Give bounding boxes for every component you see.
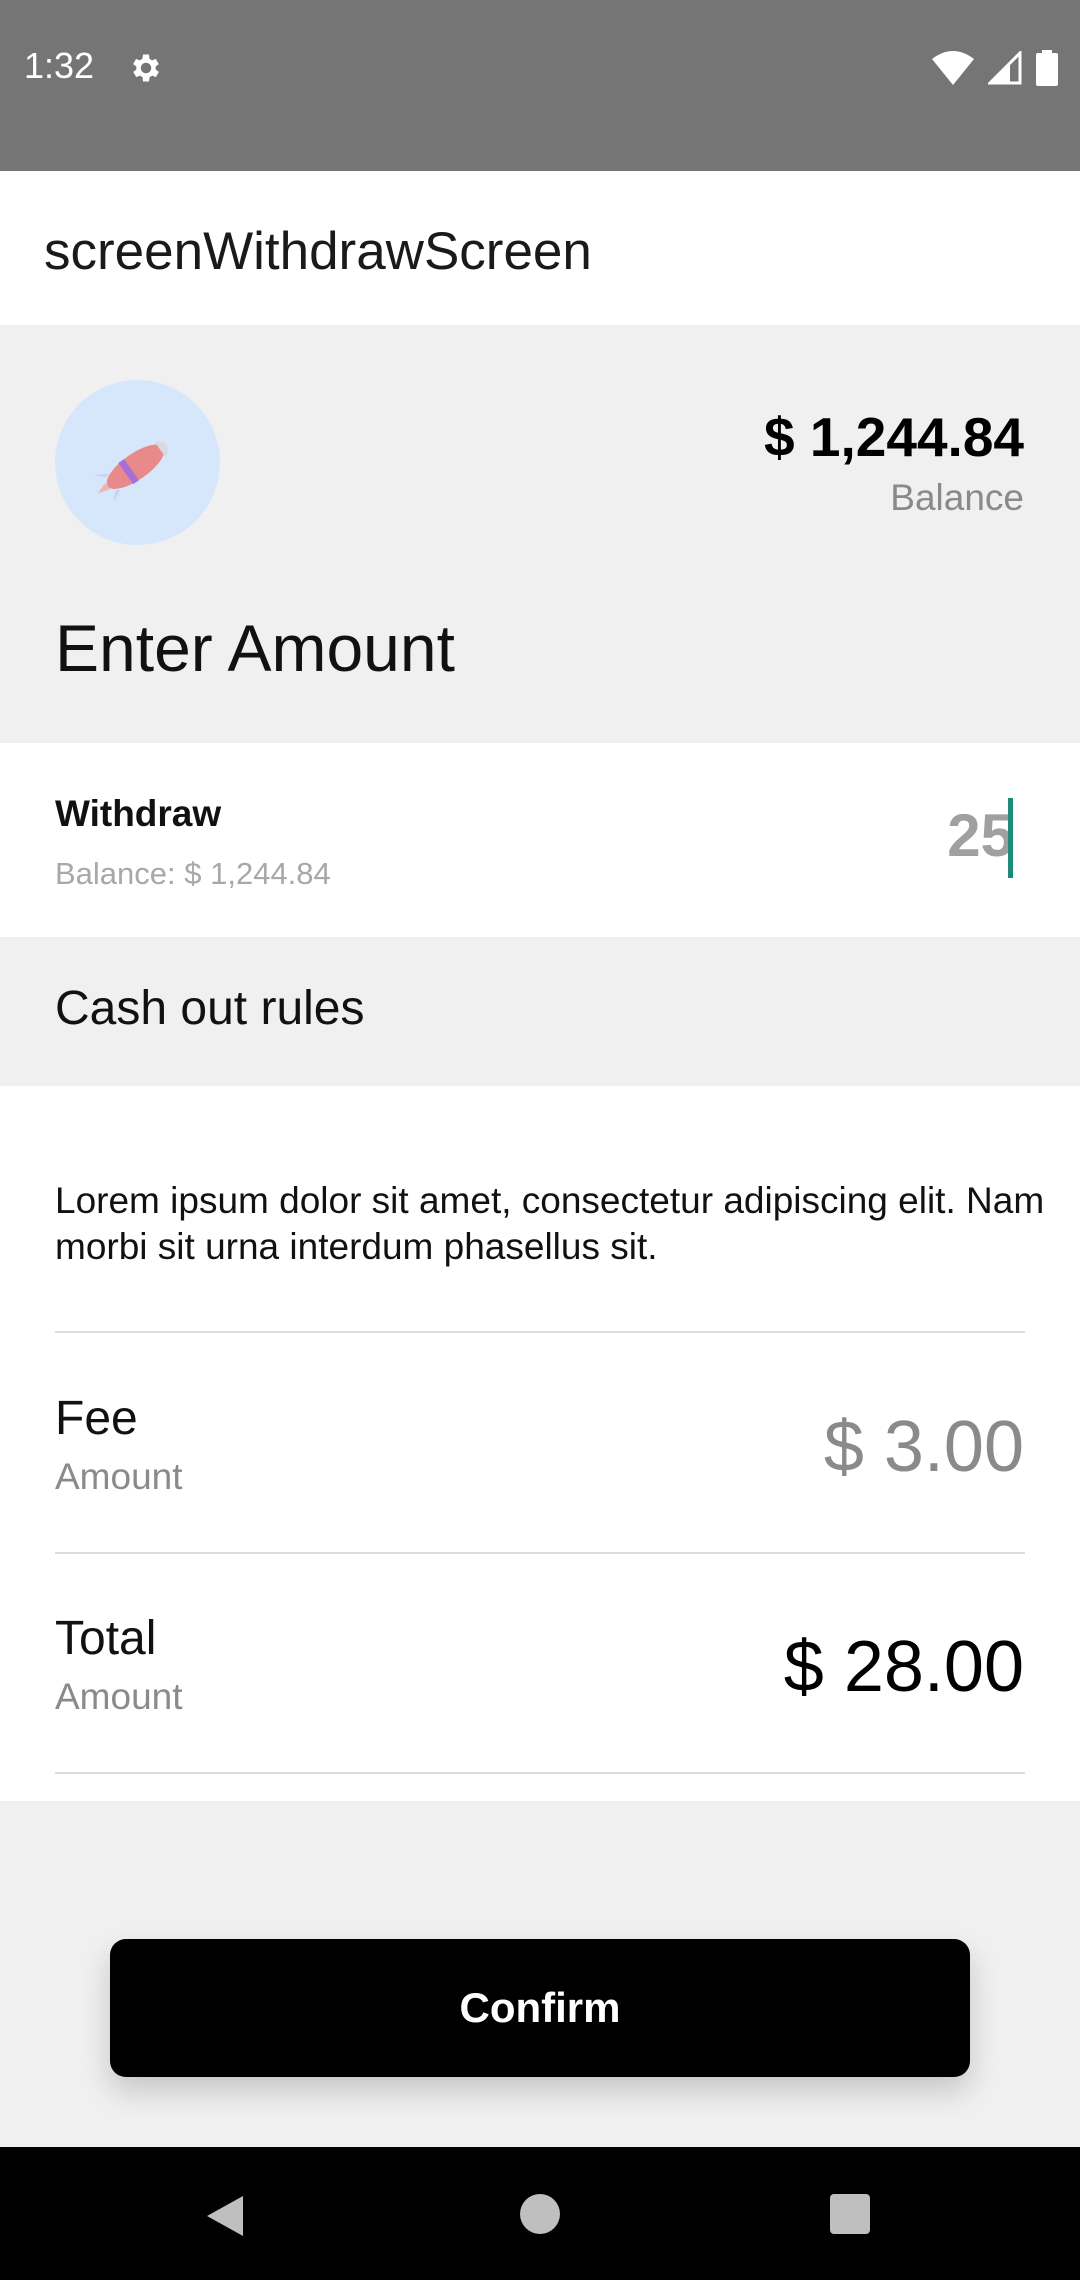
withdraw-balance: Balance: $ 1,244.84 xyxy=(55,856,331,891)
balance-header: $ 1,244.84 Balance Enter Amount xyxy=(0,325,1080,743)
bottom-area: Confirm xyxy=(0,1801,1080,2147)
withdraw-title: Withdraw xyxy=(55,793,222,834)
fee-value: $ 3.00 xyxy=(823,1407,1024,1487)
fee-sub-label: Amount xyxy=(55,1456,183,1497)
rules-header: Cash out rules xyxy=(0,937,1080,1086)
total-sub-label: Amount xyxy=(55,1676,183,1717)
total-label: Total xyxy=(55,1612,157,1665)
signal-icon xyxy=(988,51,1022,85)
rules-body: Lorem ipsum dolor sit amet, consectetur … xyxy=(0,1086,1080,1801)
navigation-bar xyxy=(0,2147,1080,2280)
rules-title: Cash out rules xyxy=(55,982,365,1035)
status-bar: 1:32 xyxy=(0,0,1080,171)
wifi-icon xyxy=(932,51,974,85)
fee-label: Fee xyxy=(55,1392,138,1445)
page-title: screenWithdrawScreen xyxy=(44,222,592,281)
avatar xyxy=(55,380,220,545)
divider xyxy=(55,1772,1025,1774)
balance-amount: $ 1,244.84 xyxy=(764,406,1024,468)
recents-icon[interactable] xyxy=(830,2194,870,2234)
gear-icon xyxy=(133,54,159,82)
divider xyxy=(55,1552,1025,1554)
withdraw-row: Withdraw Balance: $ 1,244.84 xyxy=(0,743,1080,937)
balance-label: Balance xyxy=(890,477,1024,518)
rocket-icon xyxy=(93,441,168,500)
amount-input[interactable] xyxy=(814,795,1014,875)
home-icon[interactable] xyxy=(520,2194,560,2234)
battery-icon xyxy=(1036,50,1058,86)
rules-text: Lorem ipsum dolor sit amet, consectetur … xyxy=(55,1180,1045,1267)
status-icons xyxy=(932,50,1058,86)
enter-amount-title: Enter Amount xyxy=(55,611,455,685)
back-icon[interactable] xyxy=(205,2194,245,2238)
divider xyxy=(55,1331,1025,1333)
status-time: 1:32 xyxy=(24,45,95,86)
confirm-button[interactable]: Confirm xyxy=(110,1939,970,2077)
text-caret xyxy=(1008,798,1013,878)
app-bar: screenWithdrawScreen xyxy=(0,171,1080,325)
total-value: $ 28.00 xyxy=(783,1627,1024,1707)
